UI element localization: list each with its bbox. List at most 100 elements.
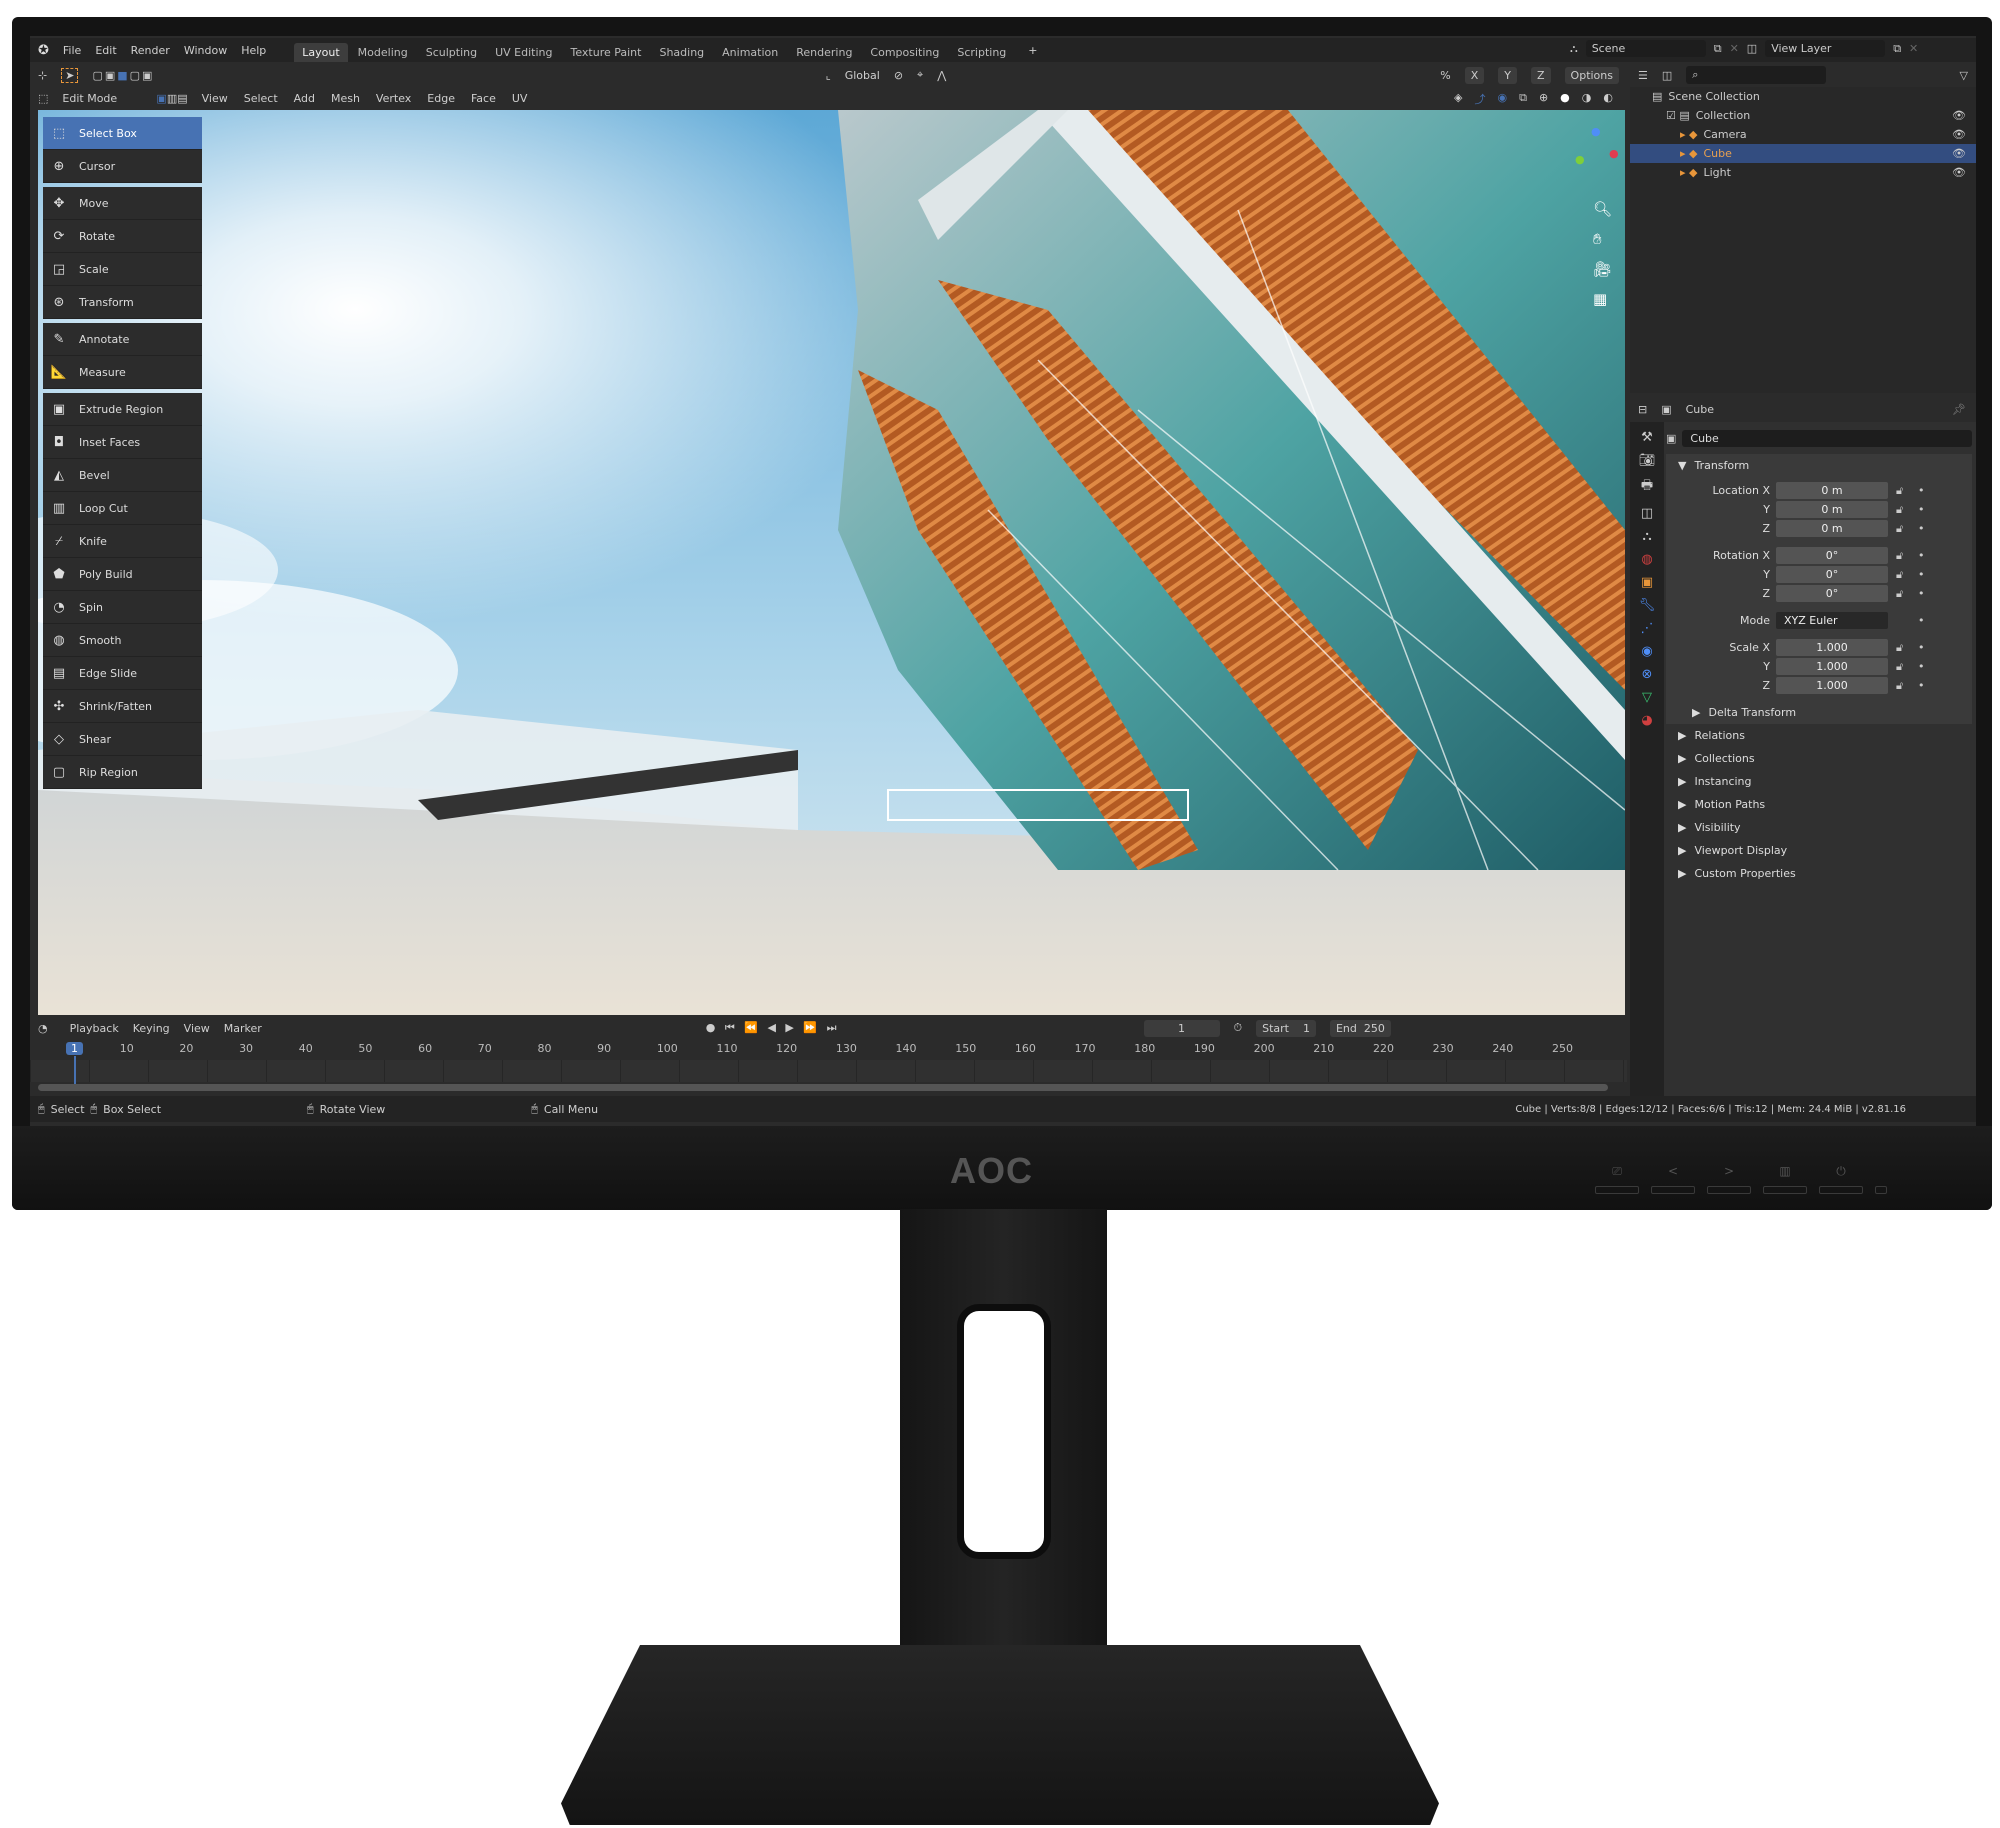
output-icon[interactable]: 🖶︎	[1641, 476, 1653, 498]
eye-icon[interactable]: 👁︎	[1952, 166, 1966, 179]
tab-texture-paint[interactable]: Texture Paint	[562, 43, 649, 62]
mode-dropdown[interactable]: Edit Mode	[62, 92, 142, 105]
modifier-icon[interactable]: 🔧︎	[1639, 598, 1656, 613]
keyframe-dot-icon[interactable]: •	[1918, 522, 1925, 535]
axis-y[interactable]: Y	[1498, 66, 1517, 84]
keyframe-dot-icon[interactable]: •	[1918, 679, 1925, 692]
tool-bevel[interactable]: ◭ Bevel	[43, 459, 202, 492]
object-icon[interactable]: ▣	[1641, 575, 1653, 590]
snap-icon[interactable]: ⌖	[917, 68, 923, 82]
scene-field[interactable]: Scene	[1585, 40, 1706, 57]
axis-x[interactable]: X	[1464, 66, 1485, 84]
timeline-scrollbar[interactable]	[38, 1084, 1608, 1091]
particles-icon[interactable]: ⋰	[1641, 621, 1654, 636]
panel-viewport-display[interactable]: ▶ Viewport Display	[1666, 839, 1972, 862]
object-data-icon[interactable]: ▣	[1666, 432, 1676, 445]
property-value-field[interactable]: 1.000	[1776, 677, 1888, 694]
outliner-search-input[interactable]: ⌕	[1686, 66, 1827, 84]
timeline-track[interactable]	[30, 1060, 1627, 1082]
physics-icon[interactable]: ◉	[1641, 644, 1652, 659]
eye-icon[interactable]: 👁︎	[1952, 128, 1966, 141]
tool-scale[interactable]: ◲ Scale	[43, 253, 202, 286]
transform-panel-header[interactable]: ▼ Transform	[1666, 454, 1972, 477]
select-tool-icon[interactable]: ➤	[61, 67, 79, 83]
lock-icon[interactable]: 🔓︎	[1896, 503, 1910, 517]
timeline-menu-playback[interactable]: Playback	[70, 1022, 119, 1035]
clock-editor-icon[interactable]: ◔	[38, 1022, 48, 1035]
property-value-field[interactable]: 0 m	[1776, 520, 1888, 537]
tool-inset-faces[interactable]: ◘ Inset Faces	[43, 426, 202, 459]
menu-edge[interactable]: Edge	[427, 92, 455, 105]
menu-file[interactable]: File	[63, 44, 81, 57]
view-layer-icon[interactable]: ◫	[1641, 506, 1653, 521]
scene-icon[interactable]: ⛬	[1642, 529, 1651, 544]
tool-rotate[interactable]: ⟳ Rotate	[43, 220, 202, 253]
lock-icon[interactable]: 🔓︎	[1896, 484, 1910, 498]
outliner-scene-collection[interactable]: ▤ Scene Collection	[1630, 87, 1976, 106]
object-data-icon[interactable]: ▽	[1642, 690, 1652, 705]
material-icon[interactable]: ◕	[1641, 713, 1652, 728]
world-icon[interactable]: ◍	[1641, 552, 1652, 567]
select-mode-icons[interactable]: ▢▣■▢▣	[92, 69, 154, 82]
camera-view-icon[interactable]: 🎥︎	[1593, 260, 1612, 278]
new-scene-icon[interactable]: ⧉	[1714, 42, 1722, 56]
panel-motion-paths[interactable]: ▶ Motion Paths	[1666, 793, 1972, 816]
tab-layout[interactable]: Layout	[294, 43, 348, 62]
shading-rendered-icon[interactable]: ◐	[1603, 91, 1613, 107]
end-frame-field[interactable]: End 250	[1329, 1019, 1391, 1037]
axis-z[interactable]: Z	[1531, 66, 1551, 84]
shading-wireframe-icon[interactable]: ⊕	[1539, 91, 1548, 107]
tool-cursor[interactable]: ⊕ Cursor	[43, 150, 202, 183]
gizmo-x-axis[interactable]: ●	[1609, 147, 1619, 160]
shading-material-icon[interactable]: ◑	[1582, 91, 1592, 107]
eye-icon[interactable]: 👁︎	[1952, 109, 1966, 122]
menu-render[interactable]: Render	[131, 44, 170, 57]
menu-face[interactable]: Face	[471, 92, 496, 105]
overlay-icon[interactable]: ◉	[1497, 91, 1507, 107]
panel-custom-properties[interactable]: ▶ Custom Properties	[1666, 862, 1972, 885]
render-icon[interactable]: 📷︎	[1639, 453, 1656, 468]
property-value-field[interactable]: 0°	[1776, 566, 1888, 583]
tool-loop-cut[interactable]: ▥ Loop Cut	[43, 492, 202, 525]
add-workspace-button[interactable]: +	[1028, 44, 1037, 57]
editor-type-icon[interactable]: ⊟	[1638, 403, 1647, 416]
tool-annotate[interactable]: ✎ Annotate	[43, 323, 202, 356]
display-mode-icon[interactable]: ☰	[1638, 69, 1648, 82]
menu-uv[interactable]: UV	[512, 92, 528, 105]
keyframe-dot-icon[interactable]: •	[1918, 503, 1925, 516]
tab-modeling[interactable]: Modeling	[350, 43, 416, 62]
menu-view[interactable]: View	[202, 92, 228, 105]
property-value-field[interactable]: 0°	[1776, 547, 1888, 564]
tool-smooth[interactable]: ◍ Smooth	[43, 624, 202, 657]
keyframe-dot-icon[interactable]: •	[1918, 614, 1925, 627]
eye-icon[interactable]: 👁︎	[1952, 147, 1966, 160]
close-icon[interactable]: ✕	[1909, 42, 1918, 55]
panel-relations[interactable]: ▶ Relations	[1666, 724, 1972, 747]
visibility-icon[interactable]: ◈	[1454, 91, 1462, 107]
osd-button[interactable]	[1595, 1186, 1639, 1194]
outliner-item-camera[interactable]: ▸ ◆ Camera 👁︎	[1630, 125, 1976, 144]
tool-extrude-region[interactable]: ▣ Extrude Region	[43, 393, 202, 426]
lock-icon[interactable]: 🔓︎	[1896, 660, 1910, 674]
close-icon[interactable]: ✕	[1730, 42, 1739, 55]
3d-viewport[interactable]: ● ● ● 🔍︎ ✋︎ 🎥︎ ▦	[38, 110, 1625, 1015]
keyframe-dot-icon[interactable]: •	[1918, 660, 1925, 673]
view-layer-field[interactable]: View Layer	[1765, 40, 1886, 57]
transform-orientation-dropdown[interactable]: Global	[845, 69, 880, 82]
tab-compositing[interactable]: Compositing	[862, 43, 947, 62]
tool-measure[interactable]: 📐 Measure	[43, 356, 202, 389]
current-frame-field[interactable]: 1	[1143, 1019, 1220, 1037]
outliner-item-collection[interactable]: ☑ ▤ Collection 👁︎	[1630, 106, 1976, 125]
gizmo-y-axis[interactable]: ●	[1575, 153, 1585, 166]
timeline-menu-keying[interactable]: Keying	[133, 1022, 170, 1035]
shading-solid-icon[interactable]: ●	[1560, 91, 1570, 107]
osd-button[interactable]	[1651, 1186, 1695, 1194]
property-value-field[interactable]: 0 m	[1776, 501, 1888, 518]
osd-button[interactable]	[1819, 1186, 1863, 1194]
tab-sculpting[interactable]: Sculpting	[418, 43, 485, 62]
playhead[interactable]	[74, 1056, 76, 1086]
tool-shrink-fatten[interactable]: ✣ Shrink/Fatten	[43, 690, 202, 723]
tool-transform[interactable]: ⊛ Transform	[43, 286, 202, 319]
tab-uv-editing[interactable]: UV Editing	[487, 43, 560, 62]
pivot-icon[interactable]: ⊘	[894, 69, 903, 82]
